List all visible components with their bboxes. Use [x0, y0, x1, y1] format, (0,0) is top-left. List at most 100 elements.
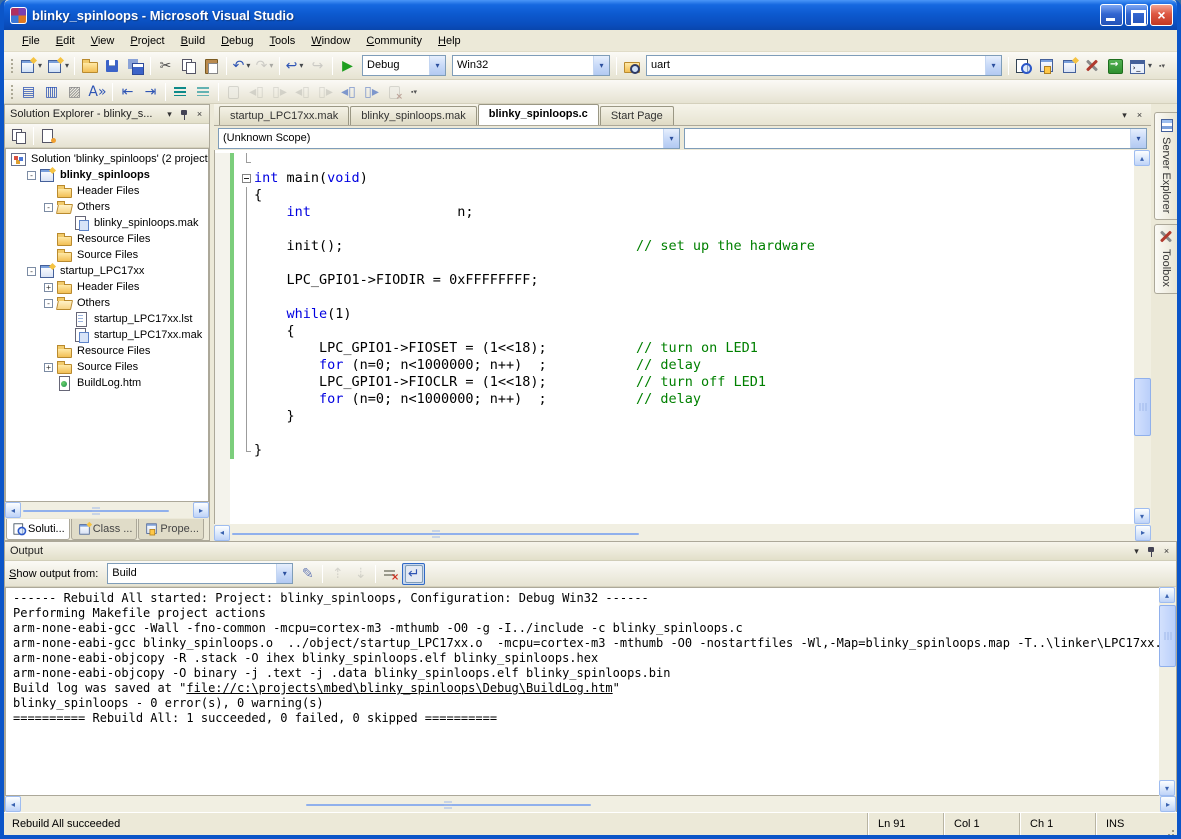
scrollbar-thumb[interactable] — [232, 533, 639, 535]
scroll-down-button[interactable]: ▾ — [1159, 780, 1175, 796]
decrease-line-indent-button[interactable]: ⇤ — [116, 81, 139, 103]
start-page-button[interactable] — [1104, 55, 1127, 77]
tree-item-others[interactable]: -Others — [6, 295, 208, 311]
next-bookmark-in-folder-button[interactable]: ▯▸ — [314, 81, 337, 103]
solution-explorer-hscrollbar[interactable]: ◂ ▸ — [5, 502, 209, 518]
properties-window-button[interactable] — [1035, 55, 1058, 77]
tree-item-source-files[interactable]: Source Files — [6, 247, 208, 263]
scroll-right-button[interactable]: ▸ — [1160, 796, 1176, 812]
uncomment-selection-button[interactable] — [192, 81, 215, 103]
output-text-area[interactable]: ------ Rebuild All started: Project: bli… — [5, 587, 1159, 796]
close-panel-button[interactable]: × — [1159, 544, 1174, 558]
next-bookmark-button[interactable]: ▯▸ — [268, 81, 291, 103]
save-button[interactable] — [101, 55, 124, 77]
toggle-bookmark-button[interactable] — [222, 81, 245, 103]
object-browser-button[interactable] — [1058, 55, 1081, 77]
tree-item-buildlog-htm[interactable]: BuildLog.htm — [6, 375, 208, 391]
cut-button[interactable]: ✂ — [154, 55, 177, 77]
output-hscrollbar[interactable]: ◂ ▸ — [5, 796, 1176, 812]
paste-button[interactable] — [200, 55, 223, 77]
collapse-icon[interactable]: - — [27, 267, 36, 276]
tree-item-startup-lpc17xx[interactable]: -startup_LPC17xx — [6, 263, 208, 279]
menu-community[interactable]: Community — [358, 32, 430, 50]
expand-icon[interactable]: + — [44, 283, 53, 292]
tree-item-blinky-spinloops[interactable]: -blinky_spinloops — [6, 167, 208, 183]
scroll-up-button[interactable]: ▴ — [1134, 150, 1150, 166]
maximize-button[interactable] — [1125, 4, 1148, 26]
close-document-button[interactable]: × — [1132, 108, 1147, 122]
resize-grip[interactable] — [1161, 813, 1177, 835]
window-position-menu-button[interactable]: ▾ — [1129, 544, 1144, 558]
redo-button[interactable]: ↷▾ — [253, 55, 276, 77]
next-message-button[interactable]: ⇣ — [349, 563, 372, 585]
display-parameter-info-button[interactable]: ▥ — [40, 81, 63, 103]
show-all-files-button[interactable] — [37, 125, 60, 147]
scroll-left-button[interactable]: ◂ — [5, 502, 21, 518]
properties-button[interactable] — [7, 125, 30, 147]
solution-tree[interactable]: Solution 'blinky_spinloops' (2 project-b… — [5, 148, 209, 502]
chevron-down-icon[interactable]: ▾ — [593, 56, 609, 75]
doc-tab-start-page[interactable]: Start Page — [600, 106, 674, 125]
increase-line-indent-button[interactable]: ⇥ — [139, 81, 162, 103]
menu-debug[interactable]: Debug — [213, 32, 261, 50]
auto-hide-pin-button[interactable] — [177, 107, 192, 121]
output-vscrollbar[interactable]: ▴ ▾ — [1159, 587, 1176, 796]
scroll-down-button[interactable]: ▾ — [1134, 508, 1150, 524]
tree-item-source-files[interactable]: +Source Files — [6, 359, 208, 375]
minimize-button[interactable] — [1100, 4, 1123, 26]
previous-bookmark-button[interactable]: ◂▯ — [245, 81, 268, 103]
tree-item-solution-blinky-spinloops-2-project[interactable]: Solution 'blinky_spinloops' (2 project — [6, 151, 208, 167]
menu-edit[interactable]: Edit — [48, 32, 83, 50]
display-quick-info-button[interactable]: ▨ — [63, 81, 86, 103]
chevron-down-icon[interactable]: ▾ — [985, 56, 1001, 75]
tab-toolbox[interactable]: Toolbox — [1154, 224, 1177, 294]
copy-button[interactable] — [177, 55, 200, 77]
buildlog-link[interactable]: file://c:\projects\mbed\blinky_spinloops… — [186, 681, 612, 695]
toolbar-options-button[interactable]: ▪▾ — [407, 81, 421, 103]
chevron-down-icon[interactable]: ▾ — [1130, 129, 1146, 148]
scrollbar-thumb[interactable] — [1134, 378, 1151, 436]
find-combo[interactable]: uart▾ — [646, 55, 1002, 76]
toolbar-options-button[interactable]: ▪▾ — [1155, 55, 1169, 77]
solution-explorer-button[interactable] — [1012, 55, 1035, 77]
menu-view[interactable]: View — [83, 32, 123, 50]
menu-window[interactable]: Window — [303, 32, 358, 50]
save-all-button[interactable] — [124, 55, 147, 77]
navigate-forward-button[interactable]: ↪ — [306, 55, 329, 77]
display-member-list-button[interactable]: ▤ — [17, 81, 40, 103]
tree-item-others[interactable]: -Others — [6, 199, 208, 215]
open-file-button[interactable] — [78, 55, 101, 77]
scroll-left-button[interactable]: ◂ — [214, 525, 230, 541]
scrollbar-thumb[interactable] — [306, 804, 591, 806]
tab-solution-explorer[interactable]: Soluti... — [6, 519, 70, 540]
tree-item-blinky-spinloops-mak[interactable]: blinky_spinloops.mak — [6, 215, 208, 231]
scroll-right-button[interactable]: ▸ — [1135, 525, 1151, 541]
toolbox-button[interactable] — [1081, 55, 1104, 77]
tree-item-resource-files[interactable]: Resource Files — [6, 231, 208, 247]
scrollbar-thumb[interactable] — [23, 510, 169, 512]
outlining-margin[interactable] — [240, 170, 254, 187]
editor-vscrollbar[interactable]: ▴ ▾ — [1134, 150, 1151, 524]
new-project-button[interactable]: ▾ — [17, 55, 44, 77]
editor-hscrollbar[interactable]: ◂ ▸ — [214, 524, 1151, 541]
toolbar-grip[interactable] — [9, 83, 14, 101]
previous-message-button[interactable]: ⇡ — [326, 563, 349, 585]
doc-tab-startup-lpc17xx-mak[interactable]: startup_LPC17xx.mak — [219, 106, 349, 125]
toggle-word-wrap-button[interactable]: ↵ — [402, 563, 425, 585]
tree-item-header-files[interactable]: Header Files — [6, 183, 208, 199]
collapse-icon[interactable]: - — [27, 171, 36, 180]
auto-hide-pin-button[interactable] — [1144, 544, 1159, 558]
comment-selection-button[interactable] — [169, 81, 192, 103]
scrollbar-thumb[interactable] — [1159, 605, 1176, 667]
next-bookmark-in-document-button[interactable]: ▯▸ — [360, 81, 383, 103]
window-position-menu-button[interactable]: ▾ — [162, 107, 177, 121]
close-button[interactable]: × — [1150, 4, 1173, 26]
tree-item-startup-lpc17xx-mak[interactable]: startup_LPC17xx.mak — [6, 327, 208, 343]
collapse-region-icon[interactable] — [242, 174, 251, 183]
members-combo[interactable]: ▾ — [684, 128, 1147, 149]
doc-tab-blinky-spinloops-mak[interactable]: blinky_spinloops.mak — [350, 106, 477, 125]
solution-platforms-combo[interactable]: Win32▾ — [452, 55, 610, 76]
collapse-icon[interactable]: - — [44, 203, 53, 212]
tab-properties[interactable]: Prope... — [138, 519, 204, 540]
expand-icon[interactable]: + — [44, 363, 53, 372]
